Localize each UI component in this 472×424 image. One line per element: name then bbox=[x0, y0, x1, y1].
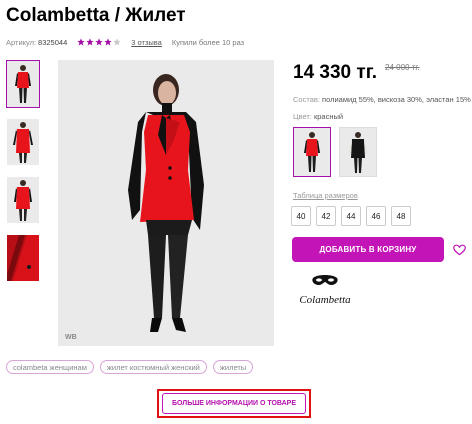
swatch-image bbox=[294, 128, 330, 176]
star-icon bbox=[113, 38, 121, 46]
thumbnail-1[interactable] bbox=[6, 60, 40, 108]
more-info-button[interactable]: БОЛЬШЕ ИНФОРМАЦИИ О ТОВАРЕ bbox=[162, 393, 306, 414]
product-meta: Артикул: 8325044 3 отзыва Купили более 1… bbox=[6, 36, 244, 48]
color-swatch-black[interactable] bbox=[339, 127, 377, 177]
purchase-count: Купили более 10 раз bbox=[171, 37, 245, 47]
color-swatch-red[interactable] bbox=[293, 127, 331, 177]
color-label: Цвет: bbox=[293, 112, 312, 121]
size-option[interactable]: 40 bbox=[291, 206, 311, 226]
brand-logo-text: Colambetta bbox=[299, 294, 351, 306]
product-title: Colambetta / Жилет bbox=[6, 5, 186, 26]
thumbnail-3[interactable] bbox=[6, 176, 40, 224]
tag-list: colambeta женщинам жилет костюмный женск… bbox=[6, 360, 254, 374]
composition-value: полиамид 55%, вискоза 30%, эластан 15% bbox=[322, 95, 471, 104]
rating-stars bbox=[77, 38, 121, 46]
composition-label: Состав: bbox=[293, 95, 320, 104]
star-icon bbox=[86, 38, 94, 46]
tag-chip[interactable]: colambeta женщинам bbox=[6, 360, 94, 374]
size-option[interactable]: 48 bbox=[391, 206, 411, 226]
color-info: Цвет: красный bbox=[293, 112, 343, 121]
star-icon bbox=[104, 38, 112, 46]
size-option[interactable]: 46 bbox=[366, 206, 386, 226]
thumbnail-image bbox=[7, 177, 39, 223]
thumbnail-image bbox=[7, 235, 39, 281]
more-info-highlight: БОЛЬШЕ ИНФОРМАЦИИ О ТОВАРЕ bbox=[157, 389, 311, 418]
reviews-link[interactable]: 3 отзыва bbox=[131, 38, 162, 47]
brand-logo-image: Colambetta bbox=[299, 275, 351, 306]
color-value: красный bbox=[313, 112, 344, 121]
product-image bbox=[58, 60, 274, 346]
size-option[interactable]: 42 bbox=[316, 206, 336, 226]
star-icon bbox=[77, 38, 85, 46]
size-options: 40 42 44 46 48 bbox=[291, 206, 411, 226]
thumbnail-image bbox=[7, 119, 39, 165]
heart-outline-icon[interactable] bbox=[453, 244, 466, 256]
thumbnail-4[interactable] bbox=[6, 234, 40, 282]
size-option[interactable]: 44 bbox=[341, 206, 361, 226]
article-value: 8325044 bbox=[38, 37, 68, 47]
tag-chip[interactable]: жилеты bbox=[212, 360, 254, 374]
composition: Состав: полиамид 55%, вискоза 30%, эласт… bbox=[293, 95, 471, 104]
main-product-photo[interactable]: WB bbox=[58, 60, 274, 346]
star-icon bbox=[95, 38, 103, 46]
tag-chip[interactable]: жилет костюмный женский bbox=[99, 360, 207, 374]
brand-logo[interactable]: Colambetta bbox=[295, 272, 355, 310]
thumbnail-image bbox=[7, 61, 39, 107]
thumbnail-2[interactable] bbox=[6, 118, 40, 166]
photo-watermark: WB bbox=[65, 334, 77, 341]
price-block: 14 330 тг. 24 000 тг. bbox=[293, 62, 420, 84]
swatch-image bbox=[340, 128, 376, 176]
current-price: 14 330 тг. bbox=[293, 62, 377, 83]
add-to-cart-button[interactable]: ДОБАВИТЬ В КОРЗИНУ bbox=[292, 237, 444, 262]
article-label: Артикул: bbox=[6, 37, 37, 47]
old-price: 24 000 тг. bbox=[385, 63, 420, 72]
size-table-link[interactable]: Таблица размеров bbox=[293, 191, 358, 200]
